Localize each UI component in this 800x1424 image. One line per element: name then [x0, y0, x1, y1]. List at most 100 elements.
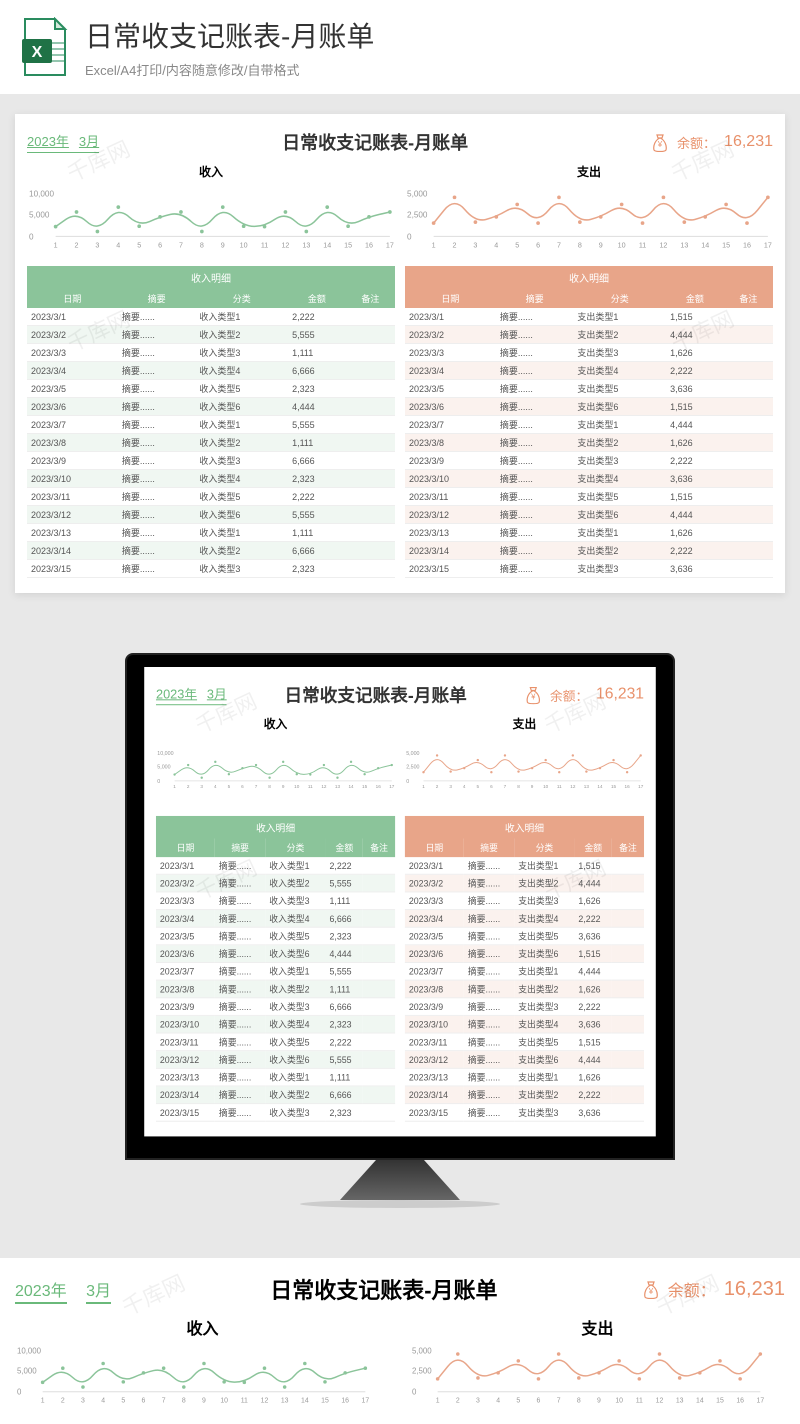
cell: 2,222 [575, 910, 613, 928]
cell: 收入类型1 [265, 857, 325, 874]
svg-text:5: 5 [477, 784, 480, 789]
table-row: 2023/3/6摘要......收入类型64,444 [156, 945, 395, 963]
cell: 摘要...... [496, 308, 574, 326]
svg-text:17: 17 [764, 242, 772, 250]
svg-text:10: 10 [618, 242, 626, 250]
cell [724, 434, 773, 452]
balance-label: 余额： [677, 133, 716, 152]
date-info: 2023年 3月 [156, 684, 227, 706]
svg-text:8: 8 [517, 784, 520, 789]
table-row: 2023/3/9摘要......收入类型36,666 [27, 452, 395, 470]
table-row: 2023/3/1摘要......支出类型11,515 [405, 308, 773, 326]
svg-text:12: 12 [281, 242, 289, 250]
svg-text:0: 0 [407, 232, 412, 241]
cell: 摘要...... [496, 380, 574, 398]
cell: 2023/3/2 [156, 874, 215, 892]
svg-text:4: 4 [463, 784, 466, 789]
cell: 摘要...... [496, 542, 574, 560]
svg-text:3: 3 [81, 1398, 85, 1404]
table-row: 2023/3/7摘要......支出类型14,444 [405, 962, 644, 980]
month: 3月 [79, 131, 99, 150]
cell: 2023/3/11 [156, 1033, 215, 1051]
cell [724, 560, 773, 578]
cell: 收入类型2 [265, 980, 325, 998]
income-table-title: 收入明细 [27, 266, 395, 289]
svg-text:5,000: 5,000 [412, 1346, 432, 1355]
table-row: 2023/3/10摘要......支出类型43,636 [405, 470, 773, 488]
cell: 2,323 [326, 927, 364, 945]
cell: 2023/3/1 [405, 308, 496, 326]
svg-text:1: 1 [173, 784, 176, 789]
svg-text:11: 11 [636, 1398, 643, 1404]
cell: 2023/3/11 [27, 488, 118, 506]
cell: 摘要...... [464, 945, 514, 963]
col-header: 摘要 [118, 289, 196, 308]
cell: 摘要...... [496, 560, 574, 578]
svg-text:14: 14 [701, 242, 709, 250]
cell: 支出类型3 [514, 998, 574, 1016]
cell: 5,555 [326, 962, 364, 980]
table-row: 2023/3/3摘要......支出类型31,626 [405, 892, 644, 910]
cell: 收入类型1 [195, 416, 288, 434]
balance: ¥ 余额： 16,231 [651, 132, 773, 152]
strip-date: 2023年 3月 [15, 1277, 126, 1301]
svg-text:13: 13 [680, 242, 688, 250]
cell: 摘要...... [215, 910, 265, 928]
strip-expense-chart: 支出 12345678910111213141516175,000 2,500 … [410, 1315, 785, 1409]
cell: 2023/3/14 [405, 1086, 464, 1104]
col-header: 金额 [326, 839, 364, 858]
cell: 摘要...... [464, 1015, 514, 1033]
cell: 6,666 [326, 998, 364, 1016]
table-row: 2023/3/9摘要......支出类型32,222 [405, 998, 644, 1016]
table-row: 2023/3/14摘要......支出类型22,222 [405, 1086, 644, 1104]
table-row: 2023/3/11摘要......支出类型51,515 [405, 488, 773, 506]
svg-text:¥: ¥ [648, 1287, 654, 1296]
cell: 摘要...... [118, 416, 196, 434]
svg-text:10,000: 10,000 [17, 1346, 42, 1355]
table-row: 2023/3/5摘要......支出类型53,636 [405, 927, 644, 945]
cell: 2,323 [326, 1104, 364, 1122]
cell: 摘要...... [215, 1051, 265, 1069]
cell: 2023/3/8 [405, 980, 464, 998]
cell: 收入类型4 [265, 910, 325, 928]
svg-text:2: 2 [453, 242, 457, 250]
svg-text:17: 17 [756, 1398, 764, 1404]
table-row: 2023/3/15摘要......支出类型33,636 [405, 1104, 644, 1122]
table-row: 2023/3/10摘要......支出类型43,636 [405, 1015, 644, 1033]
cell: 支出类型1 [573, 524, 666, 542]
cell: 2023/3/3 [27, 344, 118, 362]
cell: 2023/3/12 [27, 506, 118, 524]
cell: 2,222 [326, 1033, 364, 1051]
cell: 1,515 [575, 857, 613, 874]
cell: 1,515 [666, 488, 724, 506]
col-header: 日期 [405, 839, 464, 858]
cell [346, 488, 395, 506]
table-row: 2023/3/8摘要......支出类型21,626 [405, 980, 644, 998]
cell: 收入类型5 [195, 488, 288, 506]
svg-text:5,000: 5,000 [406, 751, 419, 757]
cell [612, 962, 644, 980]
table-row: 2023/3/12摘要......收入类型65,555 [27, 506, 395, 524]
cell: 摘要...... [496, 398, 574, 416]
cell: 支出类型4 [514, 1015, 574, 1033]
cell [724, 308, 773, 326]
table-row: 2023/3/6摘要......支出类型61,515 [405, 398, 773, 416]
svg-text:15: 15 [321, 1398, 329, 1404]
cell: 摘要...... [118, 506, 196, 524]
cell [612, 892, 644, 910]
strip-title: 日常收支记账表-月账单 [270, 1273, 497, 1305]
svg-text:2,500: 2,500 [407, 210, 428, 219]
cell: 支出类型4 [573, 362, 666, 380]
cell: 收入类型3 [265, 892, 325, 910]
svg-text:9: 9 [202, 1398, 206, 1404]
cell: 2,222 [575, 1086, 613, 1104]
svg-text:0: 0 [29, 232, 34, 241]
table-row: 2023/3/7摘要......支出类型14,444 [405, 416, 773, 434]
svg-text:10: 10 [220, 1398, 228, 1404]
cell: 2,222 [288, 308, 346, 326]
col-header: 分类 [265, 839, 325, 858]
expense-chart-title: 支出 [405, 715, 644, 732]
strip-balance-label: 余额： [668, 1277, 716, 1301]
month: 3月 [207, 684, 227, 703]
cell: 收入类型2 [195, 434, 288, 452]
